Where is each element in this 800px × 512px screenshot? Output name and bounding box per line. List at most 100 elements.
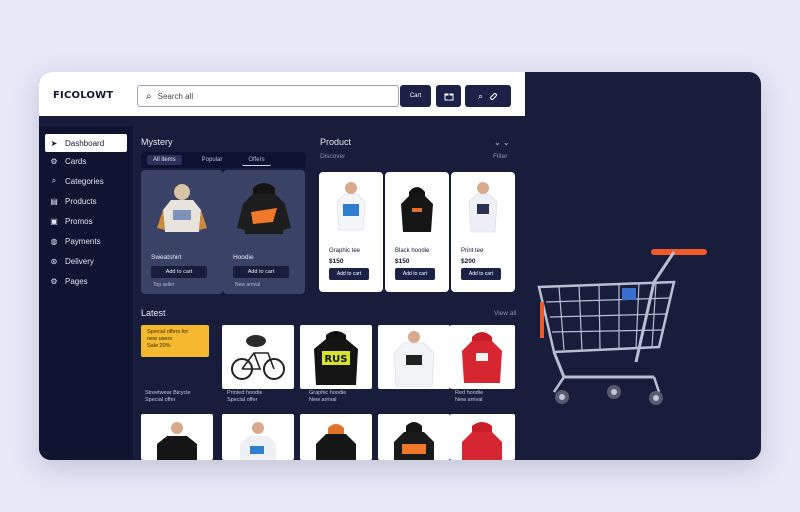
tab-all-items[interactable]: All items [147,155,182,165]
featured-tabs: All items Popular Offers [141,152,306,168]
arrow-icon: ➤ [50,138,58,148]
featured-card[interactable]: Sweatshirt Add to cart Top seller [141,170,223,294]
list-icon: ▤ [50,196,58,206]
sidebar-item-label: Payments [65,236,101,246]
add-to-cart-button[interactable]: Add to cart [329,268,369,280]
sidebar-item-promos[interactable]: ▣ Promos [45,212,127,230]
latest-tile[interactable] [378,325,450,389]
graphic-hoodie-image [393,331,435,388]
cart-button-label: Cart [409,93,422,99]
product-card-price: $150 [395,258,410,265]
add-to-cart-button[interactable]: Add to cart [233,266,289,278]
search-placeholder: Search all [157,91,194,101]
top-bar: FICOLOWT ⌕ Search all Cart ⌕ [39,72,525,116]
orange-print-hoodie-image [394,422,434,460]
black-hoodie-image [401,187,433,232]
globe-icon: ◍ [50,236,58,246]
sidebar-item-label: Products [65,196,97,206]
promo-line-2: new users [147,336,173,342]
cart-button[interactable]: Cart [400,85,431,107]
sidebar-item-payments[interactable]: ◍ Payments [45,232,127,250]
printed-hoodie-image: RUS [314,331,358,385]
latest-tile[interactable] [450,414,515,460]
product-card-title: Print tee [461,248,484,254]
latest-tile[interactable] [141,414,213,460]
latest-caption: Red hoodie New arrival [455,390,484,403]
hoodie-image [237,183,291,234]
featured-title: Mystery [141,137,173,147]
sidebar-item-label: Dashboard [65,138,105,148]
sidebar-item-products[interactable]: ▤ Products [45,192,127,210]
settings-icon: ⚙ [50,276,58,286]
product-card-title: Black hoodie [395,248,430,254]
latest-caption: Printed hoodie Special offer [227,390,263,403]
view-all-link[interactable]: View all [494,310,516,317]
product-card-price: $200 [461,258,476,265]
search-tools[interactable]: ⌕ [465,85,511,107]
gift-button[interactable] [436,85,461,107]
bicycle-image [231,335,285,380]
promo-line-3: Sale 20% [147,343,171,349]
sidebar-item-label: Cards [65,156,87,166]
red-hoodie-image [462,332,502,383]
product-subtitle: Discover [320,153,346,160]
product-card-price: $150 [329,258,344,265]
chevron-down-icon[interactable]: ⌄ ⌄ [494,138,510,147]
latest-tile[interactable]: RUS [300,325,372,389]
link-icon[interactable] [489,92,498,101]
latest-tile[interactable] [378,414,450,460]
sidebar-item-label: Promos [65,216,93,226]
latest-tile[interactable] [300,414,372,460]
sidebar-item-delivery[interactable]: ⊛ Delivery [45,252,127,270]
search-icon: ⌕ [146,90,152,102]
black-sweater-image [157,422,197,460]
product-card-title: Graphic tee [329,248,361,254]
latest-tile[interactable] [222,414,294,460]
product-filter[interactable]: Filter [493,153,507,160]
svg-text:RUS: RUS [324,354,347,365]
bag-icon: ▣ [50,216,58,226]
featured-card-name: Hoodie [233,254,254,261]
add-to-cart-button[interactable]: Add to cart [461,268,501,280]
app-window: FICOLOWT ⌕ Search all Cart ⌕ ➤ Dashboard … [39,72,761,460]
product-card[interactable]: Graphic tee $150 Add to cart [319,172,383,292]
search-icon[interactable]: ⌕ [478,91,483,102]
red-jacket-image [462,422,502,460]
promo-banner[interactable]: Special offers for new users Sale 20% [141,325,209,357]
featured-card-name: Sweatshirt [151,254,182,261]
latest-tile[interactable] [222,325,294,389]
tab-popular[interactable]: Popular [196,155,229,165]
shopping-cart-illustration [537,249,707,405]
gift-icon [444,93,453,101]
product-card[interactable]: Black hoodie $150 Add to cart [385,172,449,292]
black-hoodie-image [316,424,356,460]
graphic-tee-image [336,182,366,231]
gear-icon: ⚙ [50,156,58,166]
white-tee-image [240,422,276,460]
search-input[interactable]: ⌕ Search all [137,85,399,107]
product-card[interactable]: Print tee $200 Add to cart [451,172,515,292]
latest-caption: Streetwear Bicycle Special offer [145,390,191,403]
featured-card[interactable]: Hoodie Add to cart New arrival [223,170,305,294]
sweatshirt-image [157,184,207,232]
sidebar-item-label: Pages [65,276,88,286]
sidebar-item-cards[interactable]: ⚙ Cards [45,152,127,170]
sidebar-item-pages[interactable]: ⚙ Pages [45,272,127,290]
latest-caption: Graphic hoodie New arrival [309,390,347,403]
add-to-cart-button[interactable]: Add to cart [151,266,207,278]
print-tee-image [468,182,498,233]
sidebar-item-label: Delivery [65,256,94,266]
featured-card-footer: New arrival [235,282,261,288]
gift-icon: ⊛ [50,256,58,266]
add-to-cart-button[interactable]: Add to cart [395,268,435,280]
latest-tile[interactable] [450,325,515,389]
sidebar-item-categories[interactable]: ⌕ Categories [45,172,127,190]
search-icon: ⌕ [51,176,57,185]
sidebar: ➤ Dashboard ⚙ Cards ⌕ Categories ▤ Products … [39,126,133,460]
sidebar-item-label: Categories [65,176,104,186]
promo-line-1: Special offers for [147,329,189,335]
product-title: Product [320,137,352,147]
sidebar-item-dashboard[interactable]: ➤ Dashboard [45,134,127,152]
latest-title: Latest [141,308,166,318]
tab-offers[interactable]: Offers [242,155,271,166]
